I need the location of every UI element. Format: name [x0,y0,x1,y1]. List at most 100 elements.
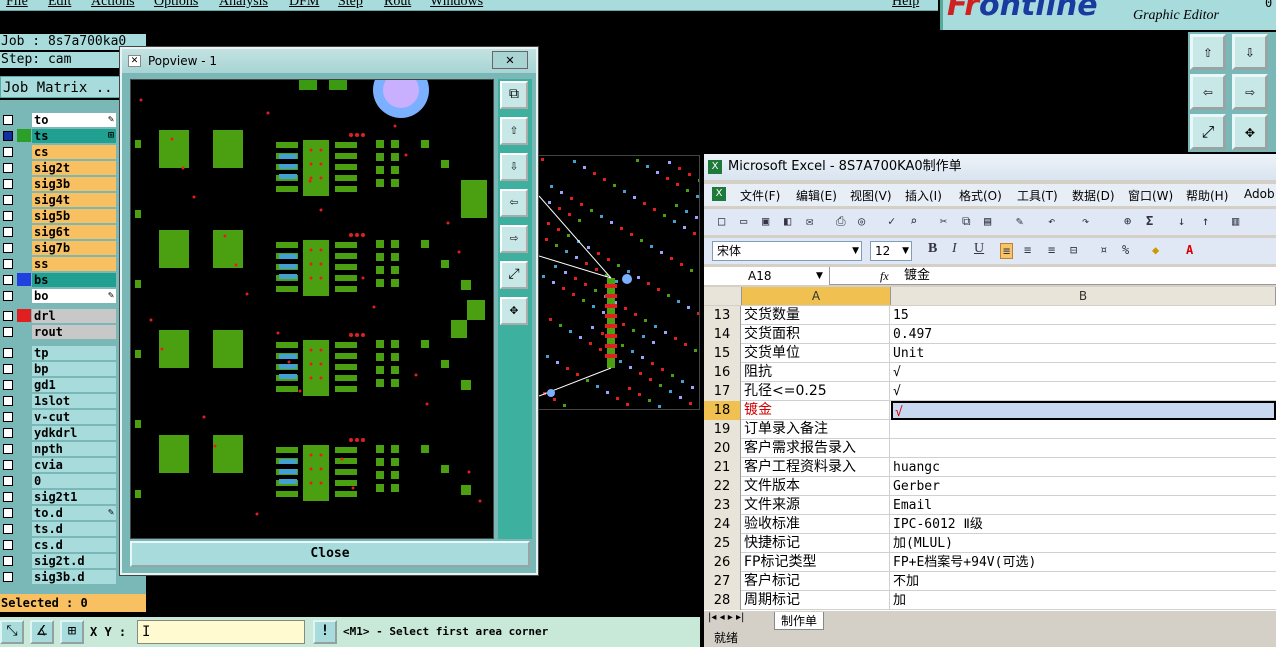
cell-a[interactable]: 阻抗 [742,363,890,382]
xmenu-window[interactable]: 窗口(W) [1128,187,1173,204]
col-header-a[interactable]: A [742,287,891,305]
layer-checkbox[interactable] [3,275,13,285]
copy-icon[interactable]: ⧉ [962,214,971,229]
name-box[interactable]: A18 ▼ [704,267,830,285]
chart-icon[interactable]: ▥ [1232,214,1239,228]
layer-color-swatch[interactable] [17,426,31,439]
row-number[interactable]: 14 [704,325,741,344]
layer-row[interactable]: cs.d [0,537,120,552]
layer-name[interactable]: v-cut [32,410,116,424]
pan-down-icon[interactable]: ⇩ [500,153,528,181]
layer-name[interactable]: rout [32,325,116,339]
layer-checkbox[interactable] [3,195,13,205]
xy-input[interactable]: I [137,620,305,644]
layer-checkbox[interactable] [3,147,13,157]
cell-b[interactable]: Gerber [891,477,1276,496]
cell-b[interactable]: 加(MLUL) [891,534,1276,553]
pcb-preview[interactable] [130,79,494,539]
align-left-icon[interactable]: ≡ [1000,243,1014,259]
cut-icon[interactable]: ✂ [940,214,947,228]
layer-color-swatch[interactable] [17,257,31,270]
hyperlink-icon[interactable]: ⊕ [1124,214,1131,228]
layer-checkbox[interactable] [3,444,13,454]
fx-icon[interactable]: fx [880,267,889,285]
layer-color-swatch[interactable] [17,225,31,238]
col-header-b[interactable]: B [891,287,1276,305]
layer-name[interactable]: sig5b [32,209,116,223]
layer-checkbox[interactable] [3,556,13,566]
layer-row[interactable]: bo ✎ [0,288,120,303]
zoom-center-icon[interactable]: ✥ [500,297,528,325]
layer-row[interactable]: sig6t [0,224,120,239]
open-icon[interactable]: ▭ [740,214,747,228]
menu-options[interactable]: Options [154,0,198,10]
cell-b[interactable]: Email [891,496,1276,515]
row-number[interactable]: 28 [704,591,741,610]
cell-a[interactable]: 交货单位 [742,344,890,363]
layer-row[interactable]: ss [0,256,120,271]
cell-b[interactable]: 不加 [891,572,1276,591]
layer-name[interactable]: ss [32,257,116,271]
layer-color-swatch[interactable] [17,145,31,158]
menu-actions[interactable]: Actions [91,0,135,10]
layer-row[interactable]: sig2t1 [0,489,120,504]
layer-name[interactable]: cs.d [32,538,116,552]
layer-color-swatch[interactable] [17,506,31,519]
close-button[interactable]: Close [130,541,530,567]
layer-color-swatch[interactable] [17,362,31,375]
layer-name[interactable]: sig7b [32,241,116,255]
cell-a[interactable]: 订单录入备注 [742,420,890,439]
xmenu-adobe[interactable]: Adob [1244,187,1275,201]
layer-color-swatch[interactable] [17,410,31,423]
layer-color-swatch[interactable] [17,161,31,174]
font-name-select[interactable]: 宋体 ▼ [712,241,862,261]
row-number[interactable]: 19 [704,420,741,439]
layer-name[interactable]: ts ⊞ [32,129,116,143]
layer-checkbox[interactable] [3,476,13,486]
row-number[interactable]: 17 [704,382,741,401]
layer-row[interactable]: sig2t.d [0,553,120,568]
layer-color-swatch[interactable] [17,522,31,535]
xmenu-help[interactable]: 帮助(H) [1186,187,1228,204]
grid-icon[interactable]: ⊞ [60,620,84,644]
layer-row[interactable]: sig3b [0,176,120,191]
font-color-icon[interactable]: A [1186,243,1193,257]
xmenu-insert[interactable]: 插入(I) [905,187,942,204]
layer-row[interactable]: sig4t [0,192,120,207]
print-icon[interactable]: ⎙ [836,214,846,229]
menu-rout[interactable]: Rout [384,0,411,10]
xmenu-edit[interactable]: 编辑(E) [796,187,837,204]
layer-name[interactable]: sig2t [32,161,116,175]
layer-name[interactable]: bs [32,273,116,287]
underline-icon[interactable]: U [974,241,984,257]
format-painter-icon[interactable]: ✎ [1016,214,1023,228]
layer-color-swatch[interactable] [17,570,31,583]
layer-row[interactable]: ts ⊞ [0,128,120,143]
close-icon[interactable]: ✕ [492,51,528,69]
row-number[interactable]: 16 [704,363,741,382]
cell-b[interactable]: 15 [891,306,1276,325]
currency-icon[interactable]: ¤ [1100,243,1107,257]
layer-row[interactable]: bs [0,272,120,287]
cell-b[interactable]: IPC-6012 Ⅱ级 [891,515,1276,534]
align-center-icon[interactable]: ≡ [1024,243,1031,257]
zoom-center-icon[interactable]: ✥ [1232,114,1268,150]
layer-row[interactable]: cs [0,144,120,159]
layer-color-swatch[interactable] [17,209,31,222]
layer-checkbox[interactable] [3,460,13,470]
layer-name[interactable]: to.d ✎ [32,506,116,520]
cell-b[interactable] [891,439,1276,458]
cell-a[interactable]: 客户需求报告录入 [742,439,890,458]
layer-color-swatch[interactable] [17,394,31,407]
redo-icon[interactable]: ↷ [1082,214,1089,228]
pan-right-icon[interactable]: ⇨ [500,225,528,253]
layer-name[interactable]: bo ✎ [32,289,116,303]
measure-icon[interactable]: ∡ [30,620,54,644]
layer-checkbox[interactable] [3,291,13,301]
spell-icon[interactable]: ✓ [888,214,895,228]
xmenu-view[interactable]: 视图(V) [850,187,892,204]
layer-row[interactable]: drl [0,308,120,323]
cell-a[interactable]: 文件来源 [742,496,890,515]
job-matrix-button[interactable]: Job Matrix .. [0,76,120,98]
layer-row[interactable]: cvia [0,457,120,472]
